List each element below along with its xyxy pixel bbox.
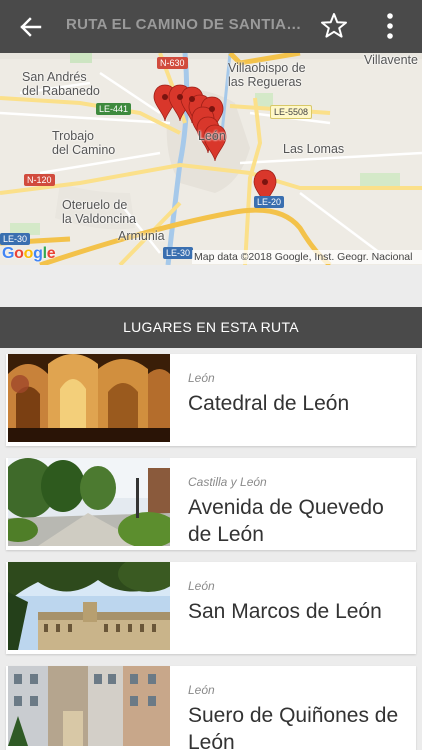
app-bar: RUTA EL CAMINO DE SANTIAGO... <box>0 0 422 53</box>
route-title: RUTA EL CAMINO DE SANTIAGO... <box>66 16 310 33</box>
road-badge: LE-20 <box>254 196 285 208</box>
map-label-villavente: Villavente <box>364 53 418 67</box>
list-item-place[interactable]: León Suero de Quiñones de León <box>6 666 416 750</box>
favorite-button[interactable] <box>318 10 350 42</box>
section-header: LUGARES EN ESTA RUTA <box>0 307 422 348</box>
back-button[interactable] <box>14 10 48 44</box>
map-label-trobajo: Trobajo del Camino <box>52 129 116 157</box>
place-name: Avenida de Quevedo de León <box>188 496 384 546</box>
place-name: Catedral de León <box>188 392 350 415</box>
map-label-oteruelo: Oteruelo de la Valdoncina <box>62 198 137 226</box>
road-badge: LE-30 <box>0 233 31 245</box>
arrow-left-icon <box>20 17 42 37</box>
list-item-place[interactable]: León Catedral de León <box>6 354 416 446</box>
route-map[interactable]: San Andrés del Rabanedo Villaobispo de l… <box>0 53 422 265</box>
map-label-las-lomas: Las Lomas <box>283 142 345 156</box>
more-options-button[interactable] <box>378 10 402 42</box>
road-badge: LE-441 <box>96 103 132 115</box>
list-item-place[interactable]: Castilla y León Avenida de Quevedo de Le… <box>6 458 416 550</box>
road-badge: LE-5508 <box>270 105 313 119</box>
place-thumbnail <box>8 666 170 746</box>
list-item-place[interactable]: León San Marcos de León <box>6 562 416 654</box>
road-badge: LE-30 <box>163 247 194 259</box>
star-outline-icon <box>321 13 347 38</box>
map-attribution[interactable]: Map data ©2018 Google, Inst. Geogr. Naci… <box>192 250 422 264</box>
place-name: San Marcos de León <box>188 600 382 623</box>
more-vertical-icon <box>387 13 393 39</box>
map-label-leon: León <box>198 129 226 143</box>
place-region: León <box>188 579 215 593</box>
map-label-armunia: Armunia <box>118 229 165 243</box>
road-badge: N-120 <box>24 174 55 186</box>
map-label-san-andres: San Andrés del Rabanedo <box>22 70 100 98</box>
place-region: León <box>188 683 215 697</box>
map-label-villaobispo: Villaobispo de las Regueras <box>228 61 306 89</box>
google-logo: Google <box>2 245 56 262</box>
road-badge: N-630 <box>157 57 188 69</box>
place-thumbnail <box>8 562 170 650</box>
place-thumbnail <box>8 458 170 546</box>
place-region: Castilla y León <box>188 475 267 489</box>
place-region: León <box>188 371 215 385</box>
place-thumbnail <box>8 354 170 442</box>
place-name: Suero de Quiñones de León <box>188 704 399 750</box>
